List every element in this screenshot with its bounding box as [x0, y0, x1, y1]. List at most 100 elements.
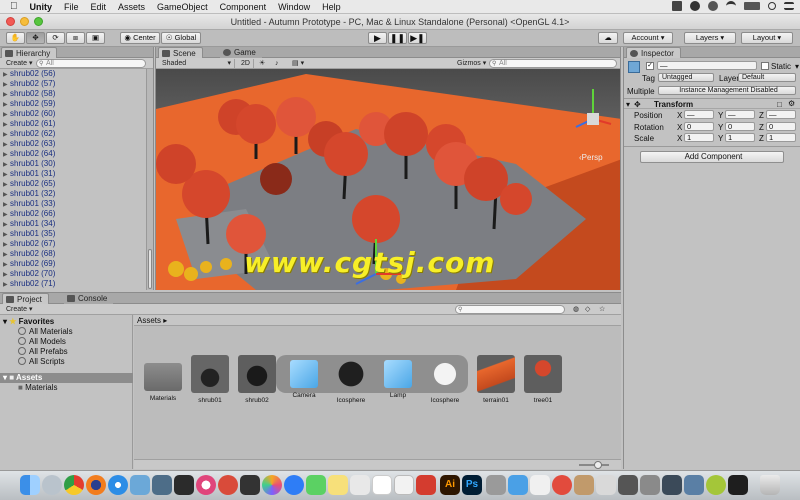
apple-icon[interactable]:  [10, 1, 18, 12]
toggle-2d-button[interactable]: 2D [238, 59, 254, 68]
asset-shrub02[interactable]: shrub02 [236, 355, 278, 405]
perspective-label[interactable]: ‹Persp [579, 153, 603, 162]
toolbox-icon[interactable] [416, 475, 436, 495]
scale-z-field[interactable]: 1 [766, 133, 796, 142]
rotate-tool-button[interactable]: ⟳ [46, 32, 65, 44]
hierarchy-item[interactable]: ▶ shrub02 (58) [0, 89, 146, 99]
user-app-icon[interactable] [640, 475, 660, 495]
favorite-all-scripts[interactable]: All Scripts [18, 357, 65, 366]
menu-gameobject[interactable]: GameObject [157, 2, 208, 12]
game-app-icon[interactable] [218, 475, 238, 495]
firefox-icon[interactable] [86, 475, 106, 495]
hierarchy-item[interactable]: ▶ shrub02 (60) [0, 109, 146, 119]
utility-app-icon[interactable] [486, 475, 506, 495]
sync-icon[interactable] [708, 1, 718, 11]
scene-viewport[interactable]: ‹Persp www.cgtsj.com [156, 69, 620, 290]
rocket-app-icon[interactable] [552, 475, 572, 495]
hierarchy-item[interactable]: ▶ shrub02 (71) [0, 279, 146, 289]
layer-dropdown[interactable]: Default [738, 73, 796, 82]
help-book-icon[interactable]: □ [777, 100, 782, 109]
tab-hierarchy[interactable]: Hierarchy [1, 47, 58, 58]
pen-app-icon[interactable] [596, 475, 616, 495]
filter-by-type-icon[interactable]: ◍ [570, 305, 582, 314]
materials-folder[interactable]: ■ Materials [18, 383, 58, 392]
hierarchy-item[interactable]: ▶ shrub01 (34) [0, 219, 146, 229]
system-app-icon[interactable] [152, 475, 172, 495]
messages-icon[interactable] [306, 475, 326, 495]
scale-tool-button[interactable]: ⧈ [66, 32, 85, 44]
foldout-arrow-icon[interactable]: ▶ [3, 280, 10, 290]
favorites-folder[interactable]: ▾ ★ Favorites [3, 317, 54, 326]
hierarchy-scrollbar[interactable] [146, 69, 153, 290]
step-button[interactable]: ▶❚ [408, 32, 427, 44]
reminders-icon[interactable] [530, 475, 550, 495]
shading-mode-dropdown[interactable]: Shaded ▾ [159, 59, 235, 68]
tab-inspector[interactable]: Inspector [626, 47, 681, 58]
notification-center-icon[interactable] [784, 2, 794, 10]
thumbnail-size-slider-handle[interactable] [594, 461, 602, 469]
chat-app-icon[interactable] [684, 475, 704, 495]
tab-game[interactable]: Game [220, 47, 262, 58]
hierarchy-item[interactable]: ▶ shrub02 (63) [0, 139, 146, 149]
scene-search-input[interactable]: ⚲ All [489, 59, 617, 68]
project-create-dropdown[interactable]: Create ▾ [3, 305, 35, 314]
battery-icon[interactable] [744, 2, 760, 10]
tag-dropdown[interactable]: Untagged [658, 73, 714, 82]
pause-button[interactable]: ❚❚ [388, 32, 407, 44]
safari-icon[interactable] [108, 475, 128, 495]
menu-edit[interactable]: Edit [91, 2, 107, 12]
gizmos-dropdown[interactable]: Gizmos ▾ [454, 59, 489, 68]
trash-icon[interactable] [760, 475, 780, 495]
dropbox-icon[interactable] [672, 1, 682, 11]
favorite-star-icon[interactable]: ☆ [596, 305, 608, 314]
foldout-arrow-icon[interactable]: ▾ [3, 373, 7, 382]
hand-tool-button[interactable]: ✋ [6, 32, 25, 44]
collab-cloud-button[interactable]: ☁ [598, 32, 618, 44]
hierarchy-item[interactable]: ▶ shrub02 (70) [0, 269, 146, 279]
scale-y-field[interactable]: 1 [725, 133, 755, 142]
asset-lamp[interactable]: Lamp [377, 355, 419, 405]
space-global-button[interactable]: ☉ Global [161, 32, 201, 44]
account-dropdown[interactable]: Account ▾ [623, 32, 673, 44]
scale-x-field[interactable]: 1 [684, 133, 714, 142]
zoom-window-icon[interactable] [34, 17, 43, 26]
static-checkbox[interactable] [761, 62, 769, 70]
rotation-y-field[interactable]: 0 [725, 122, 755, 131]
hierarchy-item[interactable]: ▶ shrub01 (30) [0, 159, 146, 169]
asset-tree01[interactable]: tree01 [522, 355, 564, 405]
photos-icon[interactable] [262, 475, 282, 495]
tab-console[interactable]: Console [64, 293, 114, 304]
menu-file[interactable]: File [64, 2, 79, 12]
filter-by-label-icon[interactable]: ◇ [582, 305, 593, 314]
position-x-field[interactable]: — [684, 110, 714, 119]
finder-icon[interactable] [20, 475, 40, 495]
asset-icosphere-1[interactable]: Icosphere [330, 355, 372, 405]
assets-folder[interactable]: ▾ ■ Assets [3, 373, 42, 382]
rotation-z-field[interactable]: 0 [766, 122, 796, 131]
hierarchy-item[interactable]: ▶ shrub02 (56) [0, 69, 146, 79]
favorite-all-models[interactable]: All Models [18, 337, 66, 346]
instance-management-button[interactable]: Instance Management Disabled [658, 86, 796, 95]
hierarchy-item[interactable]: ▶ shrub02 (61) [0, 119, 146, 129]
monitor-app-icon[interactable] [662, 475, 682, 495]
layout-dropdown[interactable]: Layout ▾ [741, 32, 793, 44]
chrome-icon[interactable] [64, 475, 84, 495]
move-tool-button[interactable]: ✥ [26, 32, 45, 44]
hierarchy-item[interactable]: ▶ shrub01 (35) [0, 229, 146, 239]
tab-project[interactable]: Project [2, 293, 49, 304]
breadcrumb-assets[interactable]: Assets [137, 316, 161, 325]
hierarchy-item[interactable]: ▶ shrub02 (69) [0, 259, 146, 269]
menu-assets[interactable]: Assets [118, 2, 145, 12]
foldout-arrow-icon[interactable]: ▾ [3, 317, 7, 326]
asset-camera[interactable]: Camera [283, 355, 325, 405]
preview-icon[interactable] [130, 475, 150, 495]
hierarchy-item[interactable]: ▶ shrub02 (66) [0, 209, 146, 219]
activity-monitor-icon[interactable] [728, 475, 748, 495]
add-component-button[interactable]: Add Component [640, 151, 784, 163]
mail-icon[interactable] [508, 475, 528, 495]
launchpad-icon[interactable] [42, 475, 62, 495]
favorite-all-materials[interactable]: All Materials [18, 327, 73, 336]
wifi-icon[interactable] [726, 1, 736, 11]
static-dropdown-icon[interactable]: ▾ [795, 62, 799, 71]
hierarchy-search-input[interactable]: ⚲ All [36, 59, 146, 68]
